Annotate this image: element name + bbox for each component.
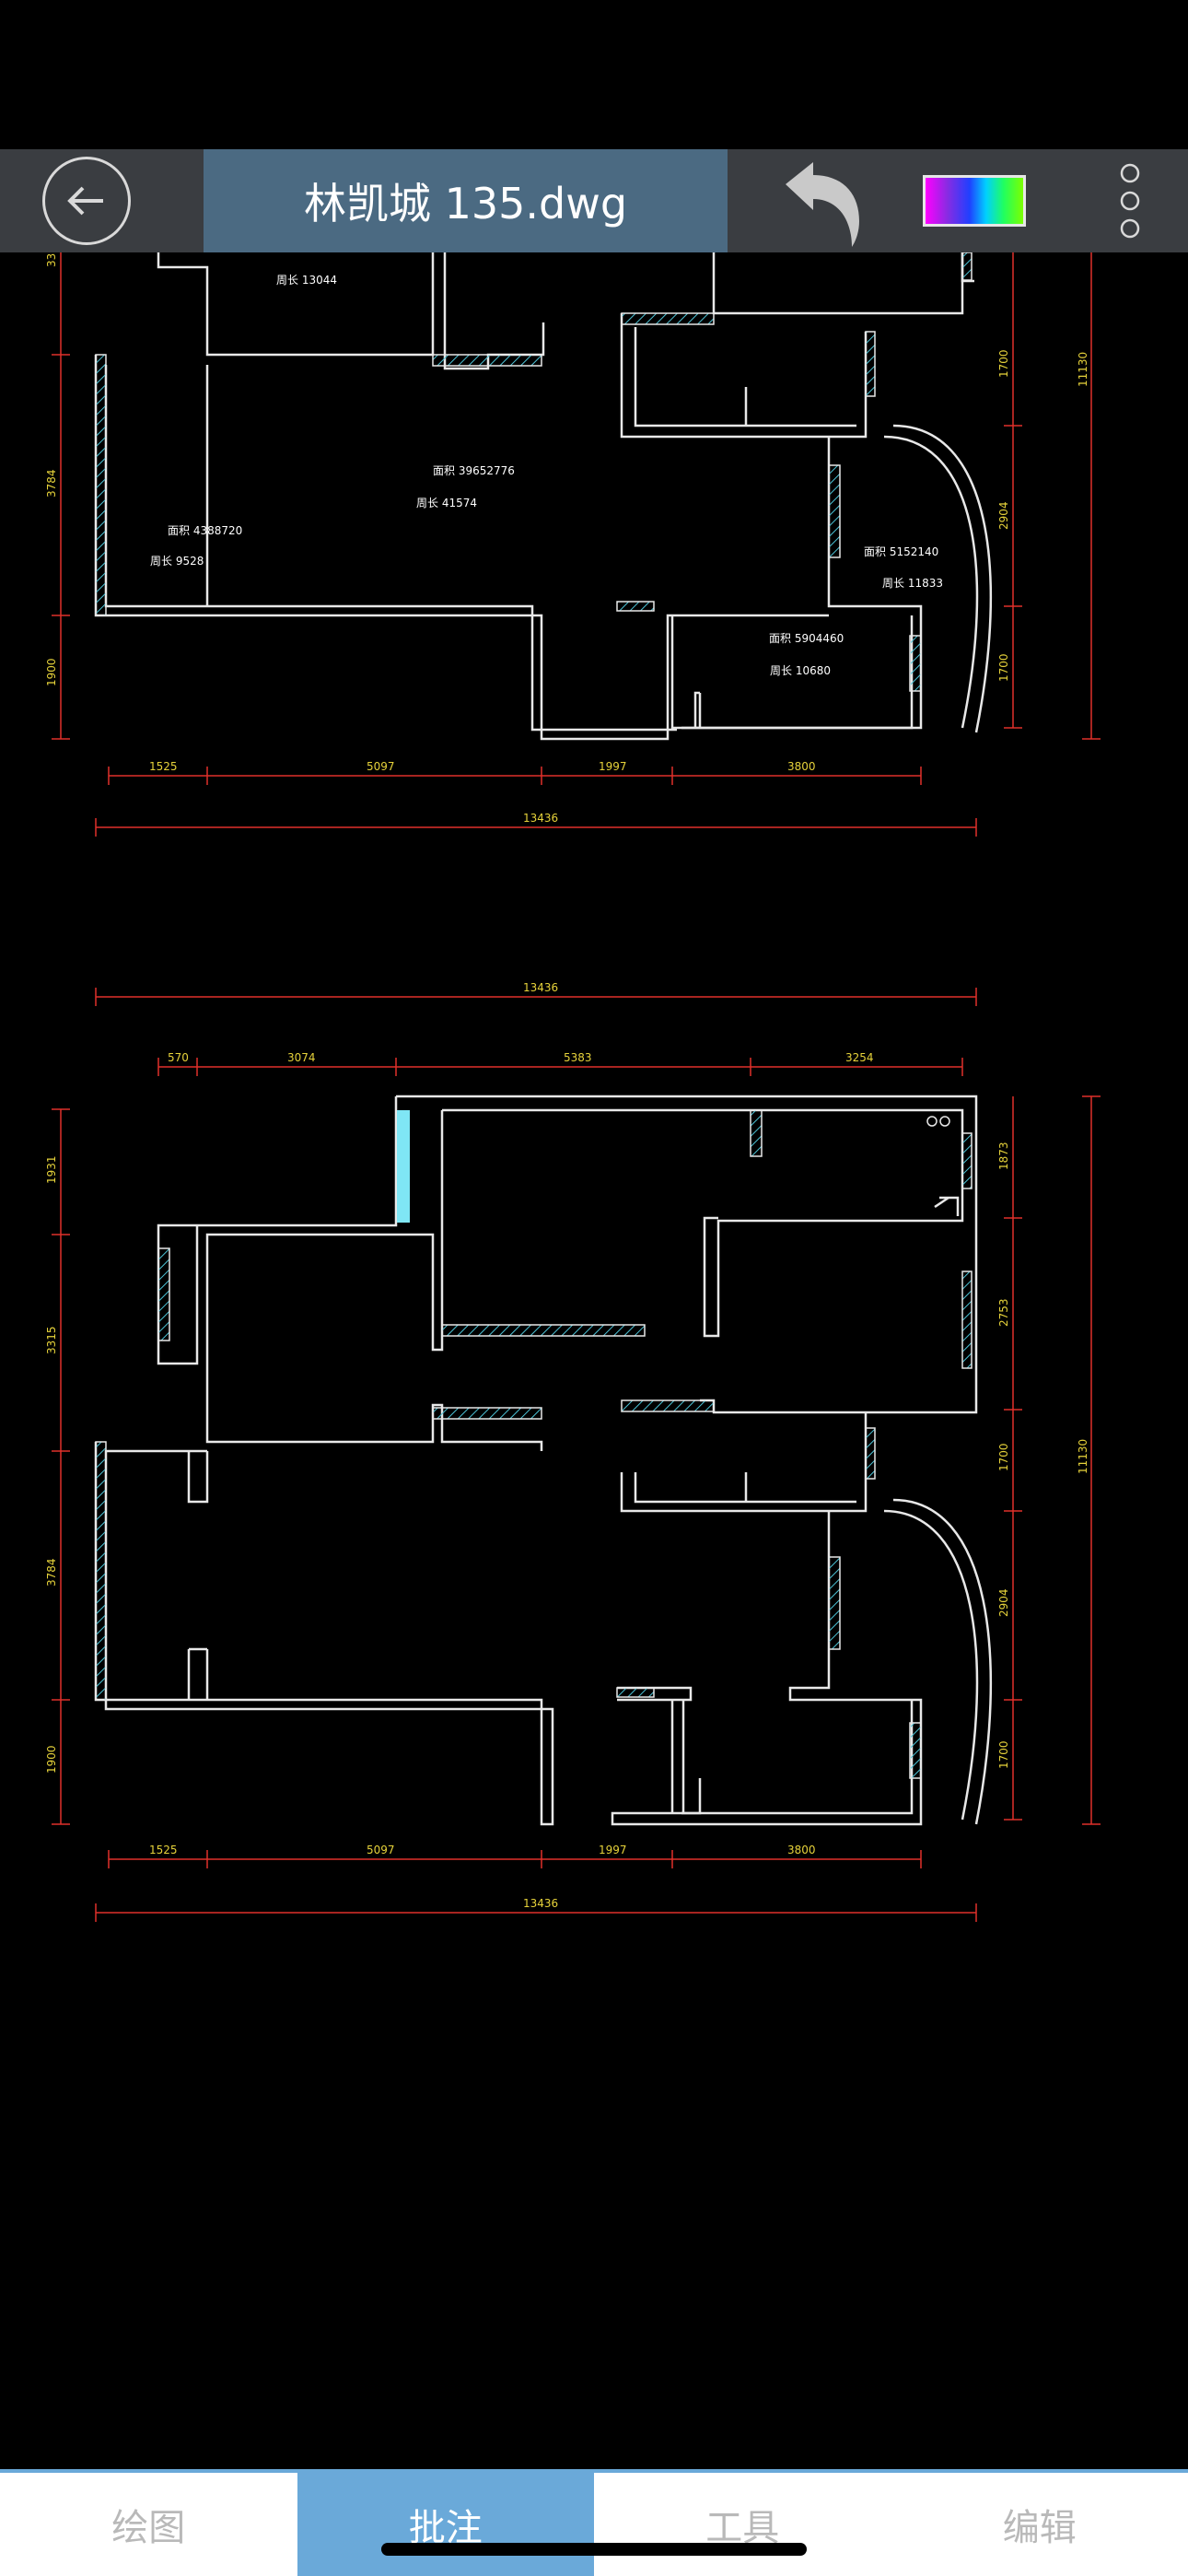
room-label: 周长 13044 [276,274,337,287]
dimension-label: 13436 [523,1897,558,1910]
dimension-label: 570 [168,1051,189,1064]
fixture-marks [926,1116,950,1127]
tab-draw[interactable]: 绘图 [0,2473,297,2576]
tab-tools[interactable]: 工具 [594,2473,891,2576]
back-button[interactable] [42,157,131,245]
dimension-label: 3254 [845,1051,874,1064]
dimension-label: 3800 [787,760,816,773]
dimension-label: 1997 [599,760,627,773]
tab-annotate[interactable]: 批注 [297,2473,594,2576]
home-indicator[interactable] [381,2543,807,2556]
room-label: 面积 5904460 [769,632,844,645]
dimension-label: 5097 [367,1844,395,1856]
dimension-label: 13436 [523,981,558,994]
dimension-label: 11130 [1077,352,1089,387]
dimension-label: 1700 [997,349,1010,378]
wall-hatches-top [95,252,973,692]
wall-hatches-bottom [95,1109,973,1779]
dimension-label: 1700 [997,653,1010,682]
dimension-label: 2753 [997,1298,1010,1327]
top-toolbar: 林凯城 135.dwg [0,149,1188,252]
dimension-label: 11130 [1077,1439,1089,1474]
room-label: 周长 9528 [150,555,204,568]
tab-label: 绘图 [111,2507,186,2549]
dimension-label: 5383 [564,1051,592,1064]
selected-wall-highlight[interactable] [397,1110,410,1223]
room-label: 周长 10680 [770,664,831,677]
dimension-label: 13436 [523,812,558,825]
bottom-tab-bar: 绘图 批注 工具 编辑 [0,2469,1188,2576]
cad-drawing-canvas[interactable]: 周长 13044 面积 39652776 周长 41574 面积 4388720… [0,252,1188,2473]
undo-button[interactable] [778,157,870,249]
dimension-label: 3800 [787,1844,816,1856]
undo-icon [786,162,859,247]
dimension-label: 1931 [45,1155,58,1184]
dimension-label: 3074 [287,1051,316,1064]
dimension-label: 1997 [599,1844,627,1856]
dimension-label: 3784 [45,469,58,498]
color-picker-button[interactable] [923,175,1026,227]
dimension-label: 3784 [45,1558,58,1587]
dimension-lines-top [52,252,1101,837]
dimension-label: 2904 [997,501,1010,530]
floor-plan-bottom [94,1095,993,1826]
dimension-label: 1900 [45,658,58,686]
file-title: 林凯城 135.dwg [204,149,728,252]
dimension-label: 1700 [997,1443,1010,1471]
dimension-label: 2904 [997,1588,1010,1617]
dimension-label: 331 [45,252,58,267]
more-options-button[interactable] [1114,157,1146,245]
file-title-text: 林凯城 135.dwg [303,179,628,228]
back-arrow-icon [67,186,103,216]
vertical-dots-icon [1120,163,1140,239]
dimension-label: 1873 [997,1142,1010,1170]
tab-label: 编辑 [1002,2507,1077,2549]
room-label: 面积 39652776 [433,464,515,477]
dimension-label: 1900 [45,1745,58,1774]
dimension-label: 5097 [367,760,395,773]
room-labels-top: 周长 13044 面积 39652776 周长 41574 面积 4388720… [150,274,943,677]
dimension-label: 1525 [149,760,178,773]
room-label: 周长 11833 [882,577,943,590]
dimension-label: 1700 [997,1740,1010,1769]
room-label: 面积 5152140 [864,545,938,558]
dimension-label: 3315 [45,1326,58,1354]
dimension-lines-bottom [52,988,1101,1922]
room-label: 面积 4388720 [168,524,242,537]
dimension-label: 1525 [149,1844,178,1856]
floor-plan-top [94,252,993,741]
dimension-text-bottom: 13436 570 3074 5383 3254 1931 3315 3784 … [45,981,1089,1910]
room-label: 周长 41574 [416,497,477,509]
tab-edit[interactable]: 编辑 [891,2473,1188,2576]
